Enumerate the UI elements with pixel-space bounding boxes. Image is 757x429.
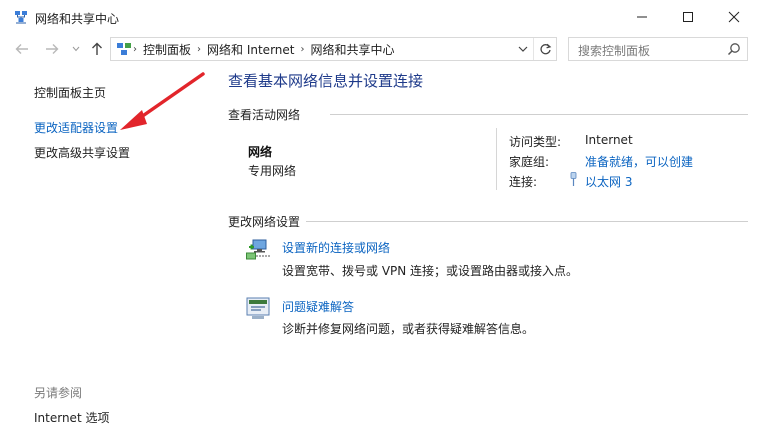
forward-arrow-icon — [46, 44, 59, 54]
new-connection-icon — [246, 239, 270, 260]
navigation-bar: › 控制面板 › 网络和 Internet › 网络和共享中心 搜索控制面板 — [0, 34, 757, 64]
control-panel-home-link[interactable]: 控制面板主页 — [34, 84, 106, 101]
back-button[interactable] — [12, 38, 32, 60]
maximize-button[interactable] — [665, 0, 711, 34]
change-advanced-sharing-link[interactable]: 更改高级共享设置 — [34, 144, 130, 161]
address-bar[interactable]: › 控制面板 › 网络和 Internet › 网络和共享中心 — [110, 37, 557, 61]
annotation-arrow-icon — [120, 72, 205, 130]
section-divider — [306, 221, 748, 222]
homegroup-link[interactable]: 准备就绪，可以创建 — [585, 153, 693, 170]
window-title: 网络和共享中心 — [35, 12, 120, 26]
see-also-header: 另请参阅 — [34, 386, 83, 400]
search-box[interactable]: 搜索控制面板 — [568, 37, 748, 61]
search-placeholder: 搜索控制面板 — [578, 44, 651, 58]
address-history-button[interactable] — [514, 38, 532, 60]
breadcrumb-network-internet[interactable]: 网络和 Internet — [202, 41, 299, 58]
section-divider — [330, 114, 748, 115]
change-network-settings-header: 更改网络设置 — [228, 215, 301, 229]
page-title: 查看基本网络信息并设置连接 — [228, 72, 424, 90]
network-sharing-center-window: 网络和共享中心 › 控制面板 › 网络和 Internet › 网络和共享中心 … — [0, 0, 757, 429]
vertical-divider — [496, 128, 497, 190]
network-profile: 专用网络 — [248, 164, 297, 178]
forward-button[interactable] — [42, 38, 62, 60]
chevron-down-icon — [518, 46, 528, 52]
setup-new-connection-link[interactable]: 设置新的连接或网络 — [282, 239, 390, 256]
maximize-icon — [683, 12, 693, 22]
connections-label: 连接: — [509, 175, 538, 189]
up-arrow-icon — [92, 42, 102, 55]
breadcrumb: › 控制面板 › 网络和 Internet › 网络和共享中心 — [113, 38, 400, 60]
back-arrow-icon — [15, 44, 28, 54]
minimize-icon — [637, 16, 647, 18]
main-content: 查看基本网络信息并设置连接 查看活动网络 网络 专用网络 访问类型: Inter… — [228, 64, 748, 429]
ethernet-connection-link[interactable]: 以太网 3 — [585, 173, 632, 190]
control-panel-icon — [117, 43, 131, 55]
recent-locations-button[interactable] — [66, 38, 86, 60]
search-icon[interactable] — [727, 42, 741, 56]
internet-options-link[interactable]: Internet 选项 — [34, 409, 109, 426]
network-center-icon — [15, 11, 27, 24]
network-name: 网络 — [248, 145, 273, 159]
homegroup-label: 家庭组: — [509, 155, 550, 169]
access-type-value: Internet — [585, 133, 633, 147]
refresh-icon — [539, 43, 551, 54]
ethernet-icon — [570, 172, 577, 186]
up-button[interactable] — [87, 38, 107, 60]
setup-new-connection-description: 设置宽带、拨号或 VPN 连接；或设置路由器或接入点。 — [282, 264, 579, 278]
active-networks-header: 查看活动网络 — [228, 108, 301, 122]
title-bar: 网络和共享中心 — [0, 0, 757, 34]
troubleshoot-icon — [246, 297, 270, 319]
access-type-label: 访问类型: — [509, 135, 562, 149]
refresh-button[interactable] — [533, 38, 556, 60]
close-icon — [728, 11, 740, 23]
troubleshoot-problems-link[interactable]: 问题疑难解答 — [282, 298, 354, 315]
chevron-down-icon — [72, 46, 80, 52]
minimize-button[interactable] — [619, 0, 665, 34]
close-button[interactable] — [711, 0, 757, 34]
breadcrumb-control-panel[interactable]: 控制面板 — [138, 41, 196, 58]
breadcrumb-network-sharing-center[interactable]: 网络和共享中心 — [305, 41, 399, 58]
troubleshoot-problems-description: 诊断并修复网络问题，或者获得疑难解答信息。 — [282, 322, 535, 336]
